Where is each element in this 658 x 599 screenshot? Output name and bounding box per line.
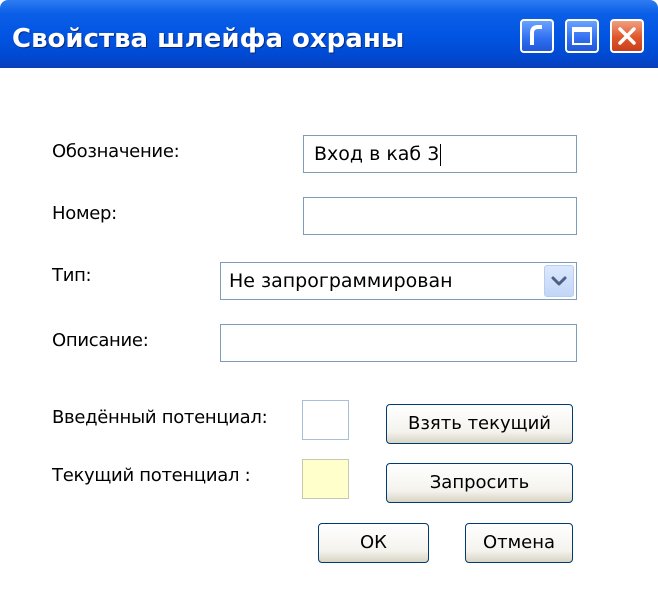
chevron-down-icon <box>551 276 567 286</box>
entered-potential-field <box>302 400 349 440</box>
type-selected-value: Не запрограммирован <box>229 270 453 292</box>
number-input[interactable] <box>303 197 577 235</box>
maximize-icon <box>572 27 592 45</box>
description-input[interactable] <box>220 324 577 362</box>
number-label: Номер: <box>52 203 117 224</box>
take-current-button[interactable]: Взять текущий <box>386 404 573 444</box>
current-potential-label: Текущий потенциал : <box>52 465 251 486</box>
type-select[interactable]: Не запрограммирован <box>220 262 577 300</box>
window-title: Свойства шлейфа охраны <box>12 24 405 54</box>
help-button[interactable] <box>520 19 554 53</box>
title-bar[interactable]: Свойства шлейфа охраны <box>0 0 658 68</box>
type-label: Тип: <box>52 265 92 286</box>
text-caret <box>440 143 442 166</box>
cancel-button[interactable]: Отмена <box>465 523 573 563</box>
entered-potential-label: Введённый потенциал: <box>52 407 268 428</box>
help-icon <box>530 25 542 45</box>
close-icon <box>618 27 636 45</box>
request-button[interactable]: Запросить <box>386 463 573 503</box>
designation-value: Вход в каб 3 <box>314 143 440 165</box>
dialog-window: Свойства шлейфа охраны Обозначение: Вход… <box>0 0 658 599</box>
close-button[interactable] <box>610 19 644 53</box>
dropdown-button[interactable] <box>544 265 574 297</box>
designation-input[interactable]: Вход в каб 3 <box>303 135 577 173</box>
description-label: Описание: <box>52 330 149 351</box>
designation-label: Обозначение: <box>52 141 180 162</box>
current-potential-field <box>302 459 349 499</box>
maximize-button[interactable] <box>565 19 599 53</box>
ok-button[interactable]: ОК <box>318 523 429 563</box>
